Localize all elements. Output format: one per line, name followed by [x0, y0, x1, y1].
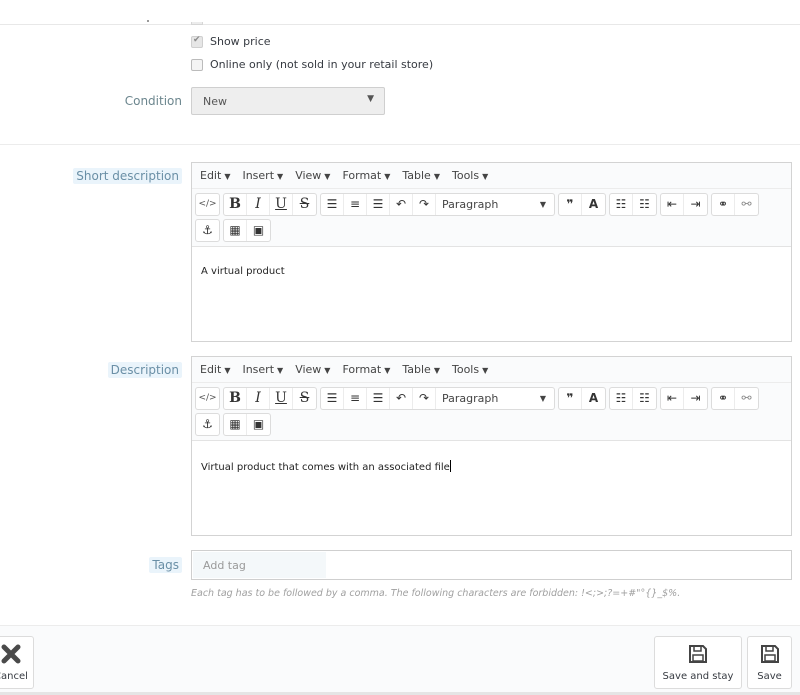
condition-label: Condition	[124, 94, 182, 108]
menu-view[interactable]: View ▼	[295, 363, 330, 376]
clipped-label	[147, 20, 149, 22]
caret-down-icon: ▼	[367, 94, 374, 104]
floppy-disk-icon	[760, 644, 780, 667]
menu-table[interactable]: Table ▼	[402, 363, 440, 376]
short-description-editor: Edit ▼ Insert ▼ View ▼ Format ▼ Table ▼ Tools…	[191, 162, 792, 342]
clipped-checkbox[interactable]	[191, 22, 203, 25]
online-only-label: Online only (not sold in your retail sto…	[210, 58, 434, 71]
image-icon[interactable]: ▣	[247, 220, 270, 241]
menu-tools[interactable]: Tools ▼	[452, 363, 488, 376]
menu-edit[interactable]: Edit ▼	[200, 363, 230, 376]
menu-view[interactable]: View ▼	[295, 169, 330, 182]
underline-button[interactable]: U	[270, 387, 293, 409]
condition-value: New	[203, 94, 227, 108]
short-description-content[interactable]: A virtual product	[192, 247, 791, 296]
align-left-icon[interactable]: ☰	[321, 387, 344, 409]
redo-icon[interactable]: ↷	[413, 193, 436, 215]
bold-button[interactable]: B	[224, 193, 247, 215]
bullet-list-icon[interactable]: ☷	[610, 193, 633, 215]
source-code-button[interactable]: </>	[196, 194, 219, 215]
link-icon[interactable]: ⚭	[712, 387, 735, 409]
italic-button[interactable]: I	[247, 193, 270, 215]
add-tag-input[interactable]: Add tag	[193, 552, 326, 578]
anchor-icon[interactable]: ⚓	[196, 220, 219, 241]
floppy-disk-icon	[688, 644, 708, 667]
tags-help-text: Each tag has to be followed by a comma. …	[191, 588, 681, 599]
bullet-list-icon[interactable]: ☷	[610, 387, 633, 409]
cancel-label: Cancel	[0, 671, 28, 682]
underline-button[interactable]: U	[270, 193, 293, 215]
short-description-label: Short description	[73, 168, 182, 184]
align-center-icon[interactable]: ≡	[344, 387, 367, 409]
cancel-button[interactable]: Cancel	[0, 636, 34, 689]
undo-icon[interactable]: ↶	[390, 387, 413, 409]
footer-bar: Cancel Save and stay Save	[0, 625, 800, 695]
caret-down-icon: ▼	[539, 393, 546, 403]
editor-menubar: Edit ▼ Insert ▼ View ▼ Format ▼ Table ▼ Tools…	[192, 163, 791, 189]
indent-icon[interactable]: ⇥	[684, 388, 707, 409]
strikethrough-button[interactable]: S	[293, 194, 316, 215]
description-editor: Edit ▼ Insert ▼ View ▼ Format ▼ Table ▼ Tools…	[191, 356, 792, 536]
description-content[interactable]: Virtual product that comes with an assoc…	[192, 441, 791, 492]
block-format-select[interactable]: Paragraph ▼	[436, 388, 554, 409]
align-center-icon[interactable]: ≡	[344, 193, 367, 215]
save-and-stay-label: Save and stay	[662, 671, 734, 682]
menu-edit[interactable]: Edit ▼	[200, 169, 230, 182]
media-icon[interactable]: ▦	[224, 413, 247, 435]
outdent-icon[interactable]: ⇤	[661, 193, 684, 215]
editor-menubar: Edit ▼ Insert ▼ View ▼ Format ▼ Table ▼ Tools…	[192, 357, 791, 383]
menu-table[interactable]: Table ▼	[402, 169, 440, 182]
outdent-icon[interactable]: ⇤	[661, 387, 684, 409]
editor-toolbar: </> B I U S ☰ ≡ ☰ ↶ ↷ Paragraph▼ ❞ A ☷	[192, 383, 791, 441]
show-price-checkbox[interactable]	[191, 35, 203, 48]
save-label: Save	[757, 671, 782, 682]
image-icon[interactable]: ▣	[247, 414, 270, 435]
strikethrough-button[interactable]: S	[293, 388, 316, 409]
numbered-list-icon[interactable]: ☷	[633, 194, 656, 215]
section-divider	[0, 144, 800, 145]
menu-tools[interactable]: Tools ▼	[452, 169, 488, 182]
text-cursor	[449, 460, 451, 472]
show-price-option[interactable]: Show price	[191, 35, 271, 48]
close-icon	[1, 644, 21, 667]
save-and-stay-button[interactable]: Save and stay	[654, 636, 742, 689]
description-label: Description	[107, 362, 182, 378]
align-right-icon[interactable]: ☰	[367, 387, 390, 409]
menu-insert[interactable]: Insert ▼	[242, 169, 283, 182]
online-only-checkbox[interactable]	[191, 58, 203, 71]
numbered-list-icon[interactable]: ☷	[633, 388, 656, 409]
link-icon[interactable]: ⚭	[712, 193, 735, 215]
save-button[interactable]: Save	[747, 636, 792, 689]
italic-button[interactable]: I	[247, 387, 270, 409]
media-icon[interactable]: ▦	[224, 219, 247, 241]
caret-down-icon: ▼	[539, 199, 546, 209]
unlink-icon[interactable]: ⚯	[735, 388, 758, 409]
menu-format[interactable]: Format ▼	[342, 363, 390, 376]
condition-select[interactable]: New ▼	[191, 87, 385, 115]
text-color-icon[interactable]: A	[582, 388, 605, 409]
text-color-icon[interactable]: A	[582, 194, 605, 215]
online-only-option[interactable]: Online only (not sold in your retail sto…	[191, 58, 433, 71]
show-price-label: Show price	[210, 35, 271, 48]
source-code-button[interactable]: </>	[196, 388, 219, 409]
anchor-icon[interactable]: ⚓	[196, 414, 219, 435]
menu-insert[interactable]: Insert ▼	[242, 363, 283, 376]
redo-icon[interactable]: ↷	[413, 387, 436, 409]
unlink-icon[interactable]: ⚯	[735, 194, 758, 215]
menu-format[interactable]: Format ▼	[342, 169, 390, 182]
blockquote-icon[interactable]: ❞	[559, 193, 582, 215]
block-format-select[interactable]: Paragraph ▼	[436, 194, 554, 215]
undo-icon[interactable]: ↶	[390, 193, 413, 215]
blockquote-icon[interactable]: ❞	[559, 387, 582, 409]
bold-button[interactable]: B	[224, 387, 247, 409]
editor-toolbar: </> B I U S ☰ ≡ ☰ ↶ ↷ Paragraph▼ ❞ A ☷	[192, 189, 791, 247]
tags-label: Tags	[149, 557, 182, 573]
top-divider	[0, 24, 800, 25]
align-right-icon[interactable]: ☰	[367, 193, 390, 215]
indent-icon[interactable]: ⇥	[684, 194, 707, 215]
tags-input[interactable]: Add tag	[191, 550, 792, 580]
align-left-icon[interactable]: ☰	[321, 193, 344, 215]
